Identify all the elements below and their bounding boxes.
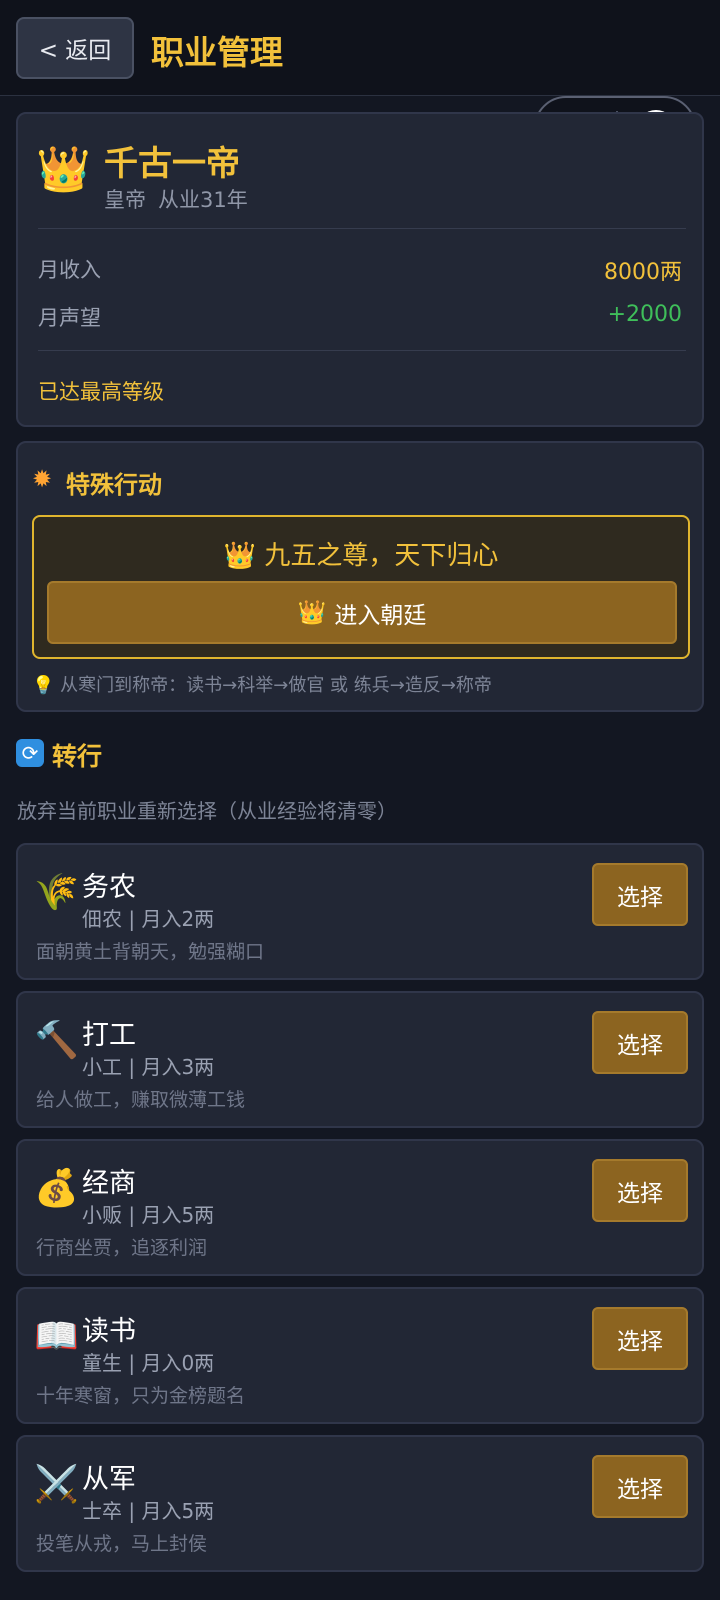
max-level-text: 已达最高等级	[38, 380, 164, 404]
switch-title: 转行	[52, 742, 103, 771]
tip-content: 从寒门到称帝：读书→科举→做官 或 练兵→造反→称帝	[60, 675, 492, 696]
enter-court-button[interactable]: 👑 进入朝廷	[47, 581, 677, 644]
sun-icon: ✹	[32, 465, 53, 493]
income-label: 月收入	[38, 258, 101, 282]
job-card: ⚔️ 从军士卒 | 月入5两投笔从戎，马上封侯 选择	[16, 1435, 704, 1572]
career-name: 千古一帝	[104, 144, 240, 184]
career-subtitle: 皇帝 从业31年	[104, 184, 248, 214]
money-bag-icon: 💰	[34, 1168, 79, 1209]
job-name: 打工	[82, 1020, 136, 1051]
income-value: 8000两	[604, 260, 682, 285]
crossed-swords-icon: ⚔️	[34, 1464, 79, 1505]
job-description: 投笔从戎，马上封侯	[36, 1533, 208, 1555]
reputation-value: +2000	[607, 302, 682, 327]
job-description: 行商坐贾，追逐利润	[36, 1237, 208, 1259]
page-title: 职业管理	[151, 33, 283, 72]
back-button[interactable]: < 返回	[16, 17, 134, 79]
job-subtitle: 佃农 | 月入2两	[82, 907, 215, 931]
job-card: 🌾 务农佃农 | 月入2两面朝黄土背朝天，勉强糊口 选择	[16, 843, 704, 980]
job-name: 从军	[82, 1464, 136, 1495]
enter-court-label: 进入朝廷	[334, 602, 427, 629]
book-icon: 📖	[34, 1316, 79, 1357]
job-subtitle: 士卒 | 月入5两	[82, 1499, 215, 1523]
choose-button[interactable]: 选择	[592, 1011, 688, 1074]
choose-button[interactable]: 选择	[592, 1159, 688, 1222]
job-name: 经商	[82, 1168, 136, 1199]
reputation-label: 月声望	[38, 306, 101, 330]
divider	[38, 350, 686, 351]
switch-description: 放弃当前职业重新选择（从业经验将清零）	[17, 799, 397, 823]
current-career-card: 👑 千古一帝 皇帝 从业31年 月收入 8000两 月声望 +2000 已达最高等…	[16, 112, 704, 427]
job-card: 🔨 打工小工 | 月入3两给人做工，赚取微薄工钱 选择	[16, 991, 704, 1128]
refresh-icon: ⟳	[16, 739, 44, 767]
career-years: 从业31年	[158, 188, 248, 212]
job-card: 💰 经商小贩 | 月入5两行商坐贾，追逐利润 选择	[16, 1139, 704, 1276]
tip-text: 💡 从寒门到称帝：读书→科举→做官 或 练兵→造反→称帝	[32, 671, 492, 697]
career-rank: 皇帝	[104, 188, 146, 212]
crown-icon: 👑	[297, 600, 327, 626]
special-title: 特殊行动	[66, 471, 162, 499]
job-subtitle: 小工 | 月入3两	[82, 1055, 215, 1079]
hammer-icon: 🔨	[34, 1020, 79, 1061]
job-description: 十年寒窗，只为金榜题名	[36, 1385, 246, 1407]
crown-icon: 👑	[36, 144, 91, 195]
job-name: 务农	[82, 872, 136, 903]
special-action-card: ✹ 特殊行动 👑 九五之尊，天下归心 👑 进入朝廷 💡 从寒门到称帝：读书→科举→…	[16, 441, 704, 712]
special-action-box: 👑 九五之尊，天下归心 👑 进入朝廷	[32, 515, 690, 659]
choose-button[interactable]: 选择	[592, 1455, 688, 1518]
top-bar: < 返回 职业管理	[0, 0, 720, 96]
choose-button[interactable]: 选择	[592, 1307, 688, 1370]
slogan-text: 九五之尊，天下归心	[264, 541, 499, 571]
crown-icon: 👑	[223, 541, 257, 571]
wheat-icon: 🌾	[34, 872, 79, 913]
job-card: 📖 读书童生 | 月入0两十年寒窗，只为金榜题名 选择	[16, 1287, 704, 1424]
job-name: 读书	[82, 1316, 136, 1347]
divider	[38, 228, 686, 229]
job-description: 给人做工，赚取微薄工钱	[36, 1089, 246, 1111]
choose-button[interactable]: 选择	[592, 863, 688, 926]
job-description: 面朝黄土背朝天，勉强糊口	[36, 941, 265, 963]
lightbulb-icon: 💡	[32, 675, 55, 696]
job-subtitle: 小贩 | 月入5两	[82, 1203, 215, 1227]
special-slogan: 👑 九五之尊，天下归心	[34, 535, 688, 572]
job-subtitle: 童生 | 月入0两	[82, 1351, 215, 1375]
